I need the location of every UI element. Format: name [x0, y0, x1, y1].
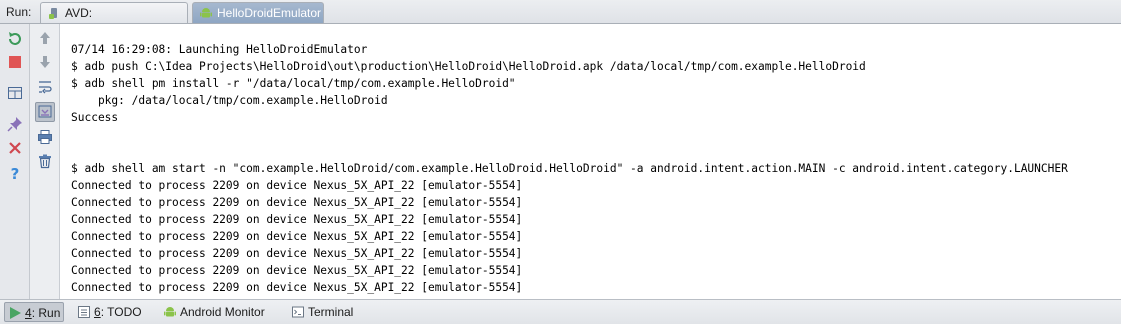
- run-toolbar-secondary: [30, 24, 60, 299]
- tool-window-bar: 4: Run 6: TODO Android Monitor Terminal: [0, 299, 1121, 324]
- tool-tab-run[interactable]: 4: Run: [4, 302, 64, 322]
- tab-label: HelloDroidEmulator: [217, 6, 322, 20]
- tab-hellodroidemulator[interactable]: HelloDroidEmulator: [192, 2, 324, 23]
- tool-tab-label: : Run: [31, 306, 61, 320]
- tool-tab-shortcut: 4: [25, 306, 32, 320]
- android-device-icon: [47, 6, 61, 20]
- console-line: pkg: /data/local/tmp/com.example.HelloDr…: [71, 94, 388, 107]
- pin-tab-button[interactable]: [5, 114, 25, 134]
- close-icon: [9, 142, 21, 154]
- stop-button[interactable]: [5, 52, 25, 72]
- console-line: 07/14 16:29:08: Launching HelloDroidEmul…: [71, 43, 368, 56]
- soft-wrap-icon: [39, 81, 52, 94]
- pin-icon: [7, 117, 22, 132]
- close-button[interactable]: [5, 138, 25, 158]
- tool-tab-label: Terminal: [308, 305, 354, 319]
- scroll-to-end-button[interactable]: [35, 102, 55, 122]
- console-line: Success: [71, 111, 119, 124]
- trash-icon: [39, 154, 51, 169]
- console-line: Connected to process 2209 on device Nexu…: [71, 264, 523, 277]
- help-icon: ?: [11, 165, 20, 181]
- tool-tab-todo[interactable]: 6: TODO: [74, 302, 146, 322]
- console-line: Connected to process 2209 on device Nexu…: [71, 179, 523, 192]
- clear-all-button[interactable]: [35, 151, 55, 171]
- console-line: Connected to process 2209 on device Nexu…: [71, 247, 523, 260]
- rerun-button[interactable]: [5, 29, 25, 49]
- run-toolbar-primary: ?: [0, 24, 30, 299]
- console-line: Connected to process 2209 on device Nexu…: [71, 213, 523, 226]
- android-icon: [163, 305, 177, 319]
- console-line: $ adb shell am start -n "com.example.Hel…: [71, 162, 1068, 175]
- console-line: $ adb push C:\Idea Projects\HelloDroid\o…: [71, 60, 866, 73]
- svg-text:?: ?: [11, 165, 20, 181]
- tool-tab-label: : TODO: [100, 305, 142, 319]
- tool-tab-label: Android Monitor: [180, 305, 265, 319]
- todo-icon: [77, 305, 91, 319]
- restore-layout-button[interactable]: [5, 83, 25, 103]
- up-arrow-icon: [40, 32, 50, 44]
- help-button[interactable]: ?: [5, 163, 25, 183]
- tool-tab-android-monitor[interactable]: Android Monitor: [160, 302, 278, 322]
- next-occurrence-button[interactable]: [35, 52, 55, 72]
- rerun-icon: [9, 32, 21, 45]
- run-tool-window-header: Run: AVD: Nexus_5X_API_22 HelloDroidEmul…: [0, 0, 1121, 40]
- terminal-icon: [291, 305, 305, 319]
- previous-occurrence-button[interactable]: [35, 28, 55, 48]
- run-label: Run:: [6, 5, 32, 19]
- console-line: Connected to process 2209 on device Nexu…: [71, 230, 523, 243]
- print-button[interactable]: [35, 127, 55, 147]
- print-icon: [38, 130, 52, 144]
- tool-tab-terminal[interactable]: Terminal: [288, 302, 360, 322]
- scroll-to-end-icon: [38, 105, 52, 118]
- console-line: $ adb shell pm install -r "/data/local/t…: [71, 77, 516, 90]
- layout-icon: [8, 87, 22, 99]
- stop-icon: [9, 56, 21, 68]
- console-line: Connected to process 2209 on device Nexu…: [71, 196, 523, 209]
- console-line: Connected to process 2209 on device Nexu…: [71, 281, 523, 294]
- run-icon: [8, 306, 22, 320]
- tab-avd-nexus[interactable]: AVD: Nexus_5X_API_22: [40, 2, 188, 40]
- tool-tab-shortcut: 6: [94, 305, 101, 319]
- down-arrow-icon: [40, 56, 50, 68]
- console-output[interactable]: 07/14 16:29:08: Launching HelloDroidEmul…: [60, 24, 1121, 299]
- android-icon: [199, 6, 213, 20]
- soft-wrap-button[interactable]: [35, 77, 55, 97]
